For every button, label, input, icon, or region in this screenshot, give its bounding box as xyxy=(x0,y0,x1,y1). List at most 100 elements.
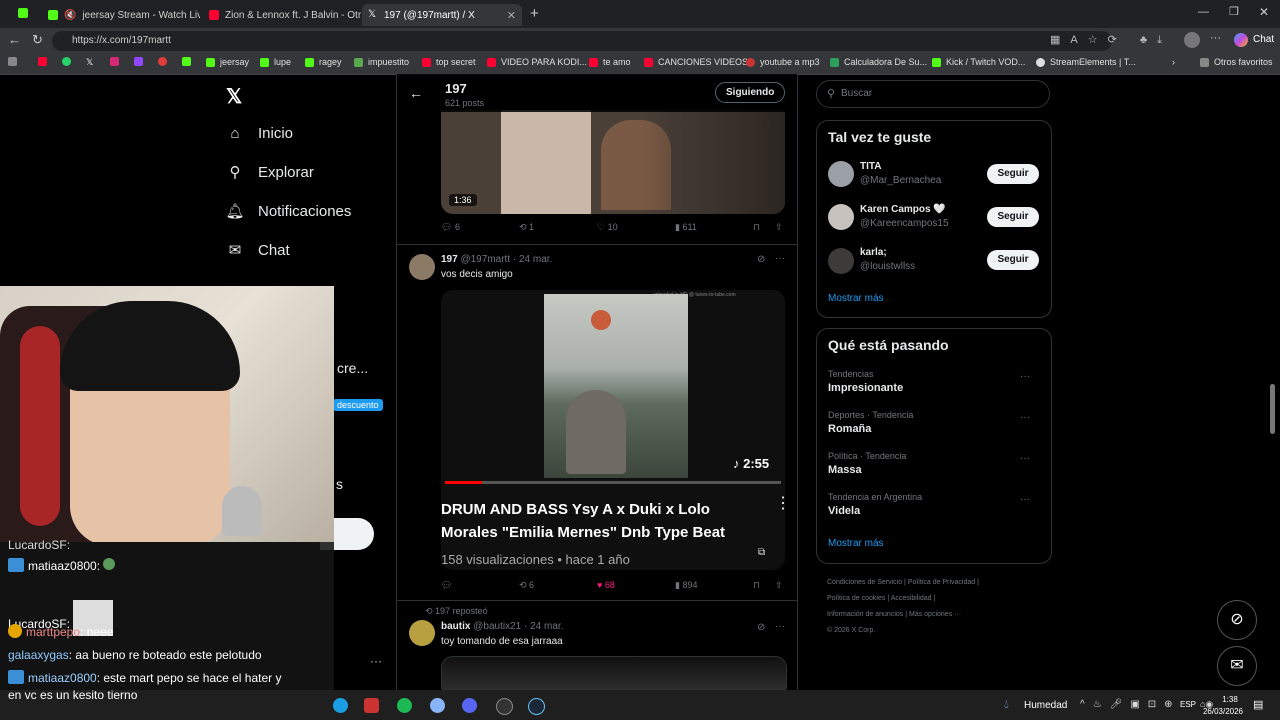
bookmark-impuestito[interactable]: impuestito xyxy=(354,57,409,67)
footer-link[interactable]: Política de Privacidad xyxy=(908,579,975,586)
trend-more-icon[interactable]: ··· xyxy=(1020,494,1030,505)
close-tab-icon[interactable]: ✕ xyxy=(507,9,516,22)
like-button[interactable]: ♡ 10 xyxy=(597,222,618,233)
follow-button[interactable]: Seguir xyxy=(987,164,1039,184)
copilot-label[interactable]: Chat xyxy=(1253,34,1274,45)
reload-icon[interactable]: ↻ xyxy=(32,32,43,48)
footer-link[interactable]: Política de cookies xyxy=(827,595,885,602)
bookmark-kick-icon[interactable] xyxy=(182,57,196,66)
nav-partial-label-2[interactable]: s xyxy=(336,476,343,492)
trend-item[interactable]: Política · Tendencia Massa ··· xyxy=(828,451,1040,481)
notification-icon[interactable]: ▤ xyxy=(1253,698,1263,711)
reply-button[interactable]: 💬︎ xyxy=(441,580,452,591)
bookmark-icon[interactable]: ⊓ xyxy=(753,222,760,233)
suggest-avatar[interactable] xyxy=(828,204,854,230)
nav-home[interactable]: ⌂ Inicio xyxy=(226,124,293,142)
suggest-avatar[interactable] xyxy=(828,161,854,187)
footer-link[interactable]: Información de anuncios xyxy=(827,611,903,618)
bookmark-yt-mp3[interactable]: youtube a mp3 xyxy=(746,57,820,67)
show-more-link[interactable]: Mostrar más xyxy=(828,293,884,304)
like-button[interactable]: ♥ 68 xyxy=(597,580,615,590)
more-options-icon[interactable]: ··· xyxy=(775,253,785,264)
views-button[interactable]: ▮ 611 xyxy=(675,222,697,233)
bookmarks-overflow-icon[interactable]: › xyxy=(1172,57,1175,67)
bookmark-streamelements[interactable]: StreamElements | T... xyxy=(1036,57,1136,67)
trend-item[interactable]: Tendencia en Argentina Videla ··· xyxy=(828,492,1040,522)
steam-icon[interactable] xyxy=(528,698,545,715)
nav-notifications[interactable]: 🔔︎ Notificaciones xyxy=(225,202,351,221)
trend-item[interactable]: Tendencias Impresionante ··· xyxy=(828,369,1040,399)
embedded-youtube-card[interactable]: uploaded in HD @ tunes-to-tube.com ♪ 2:5… xyxy=(441,290,785,570)
bookmark-yt-icon[interactable] xyxy=(38,57,52,66)
tray-icons[interactable]: ^♨🎤︎▣⊡⊕ xyxy=(1080,699,1181,710)
footer-link[interactable]: Accesibilidad xyxy=(891,595,932,602)
suggest-name[interactable]: TITA xyxy=(860,161,881,172)
muted-audio-icon[interactable]: 🔇 xyxy=(64,10,76,21)
bookmark-ig-icon[interactable] xyxy=(8,57,22,66)
show-more-link[interactable]: Mostrar más xyxy=(828,538,884,549)
author-name[interactable]: bautix xyxy=(441,621,470,632)
post-date[interactable]: · 24 mar. xyxy=(513,254,552,265)
back-icon[interactable]: ← xyxy=(8,32,21,47)
new-tab-button[interactable]: + xyxy=(530,5,539,22)
suggest-avatar[interactable] xyxy=(828,248,854,274)
copilot-icon[interactable] xyxy=(1234,33,1248,47)
app-icon[interactable] xyxy=(430,698,445,713)
post1-video[interactable]: 1:36 xyxy=(441,110,785,214)
bookmark-te-amo[interactable]: te amo xyxy=(589,57,631,67)
video-title[interactable]: DRUM AND BASS Ysy A x Duki x Lolo Morale… xyxy=(441,498,741,544)
follow-button[interactable]: Seguir xyxy=(987,207,1039,227)
bookmark-top-secret[interactable]: top secret xyxy=(422,57,476,67)
post-date[interactable]: · 24 mar. xyxy=(524,621,563,632)
bookmark-calculadora[interactable]: Calculadora De Su... xyxy=(830,57,927,67)
suggest-handle[interactable]: @Kareencampos15 xyxy=(860,218,949,229)
bookmark-jeersay[interactable]: jeersay xyxy=(206,57,249,67)
minimize-button[interactable]: — xyxy=(1198,6,1209,18)
video-progress-bar[interactable] xyxy=(445,481,781,484)
bookmark-video-kodi[interactable]: VIDEO PARA KODI... xyxy=(487,57,587,67)
bookmark-instagram-icon[interactable] xyxy=(110,57,124,66)
suggest-handle[interactable]: @louistwllss xyxy=(860,261,915,272)
premium-discount-badge[interactable]: descuento xyxy=(333,399,383,411)
toolbar-icons[interactable]: ▦A☆⟳ ♣⤓ xyxy=(1050,33,1172,47)
following-button[interactable]: Siguiendo xyxy=(715,82,786,103)
suggest-name[interactable]: karla; xyxy=(860,247,887,258)
bookmark-lupe[interactable]: lupe xyxy=(260,57,291,67)
follow-button[interactable]: Seguir xyxy=(987,250,1039,270)
bookmark-canciones[interactable]: CANCIONES VIDEOS xyxy=(644,57,748,67)
bookmark-red-icon[interactable] xyxy=(158,57,172,66)
profile-avatar[interactable] xyxy=(1184,32,1200,48)
search-input[interactable]: ⚲ Buscar xyxy=(816,80,1050,108)
repost-button[interactable]: ⟲ 6 xyxy=(519,580,534,591)
grok-icon[interactable]: ⊘ xyxy=(757,622,765,633)
nav-chat[interactable]: ✉ Chat xyxy=(226,241,290,260)
trend-more-icon[interactable]: ··· xyxy=(1020,371,1030,382)
trend-more-icon[interactable]: ··· xyxy=(1020,412,1030,423)
messages-floating-button[interactable]: ✉ xyxy=(1217,646,1257,686)
language-indicator[interactable]: ESP xyxy=(1180,700,1196,709)
clock-date[interactable]: 26/03/2026 xyxy=(1198,707,1248,716)
grok-icon[interactable]: ⊘ xyxy=(757,254,765,265)
back-arrow-icon[interactable]: ← xyxy=(409,85,423,101)
author-handle[interactable]: @bautix21 xyxy=(473,621,521,632)
footer-link[interactable]: Condiciones de Servicio xyxy=(827,579,902,586)
clock-time[interactable]: 1:38 xyxy=(1212,695,1248,704)
bookmark-twitch-icon[interactable] xyxy=(134,57,148,66)
nav-explore[interactable]: ⚲ Explorar xyxy=(226,163,314,182)
author-name[interactable]: 197 xyxy=(441,254,458,265)
trend-more-icon[interactable]: ··· xyxy=(1020,453,1030,464)
nav-partial-label[interactable]: cre... xyxy=(337,360,368,376)
close-window-button[interactable]: ✕ xyxy=(1259,5,1269,19)
bookmark-whatsapp-icon[interactable] xyxy=(62,57,76,66)
repost-button[interactable]: ⟲ 1 xyxy=(519,222,534,233)
trend-item[interactable]: Deportes · Tendencia Romaña ··· xyxy=(828,410,1040,440)
menu-icon[interactable]: ··· xyxy=(1210,32,1221,44)
maximize-button[interactable]: ❐ xyxy=(1229,5,1239,18)
app-icon[interactable] xyxy=(364,698,379,713)
edge-icon[interactable] xyxy=(333,698,348,713)
discord-icon[interactable] xyxy=(462,698,477,713)
x-logo-icon[interactable]: 𝕏 xyxy=(226,84,242,109)
post2-avatar[interactable] xyxy=(409,254,435,280)
address-bar[interactable]: https://x.com/197martt xyxy=(52,31,1112,51)
bookmark-ragey[interactable]: ragey xyxy=(305,57,342,67)
